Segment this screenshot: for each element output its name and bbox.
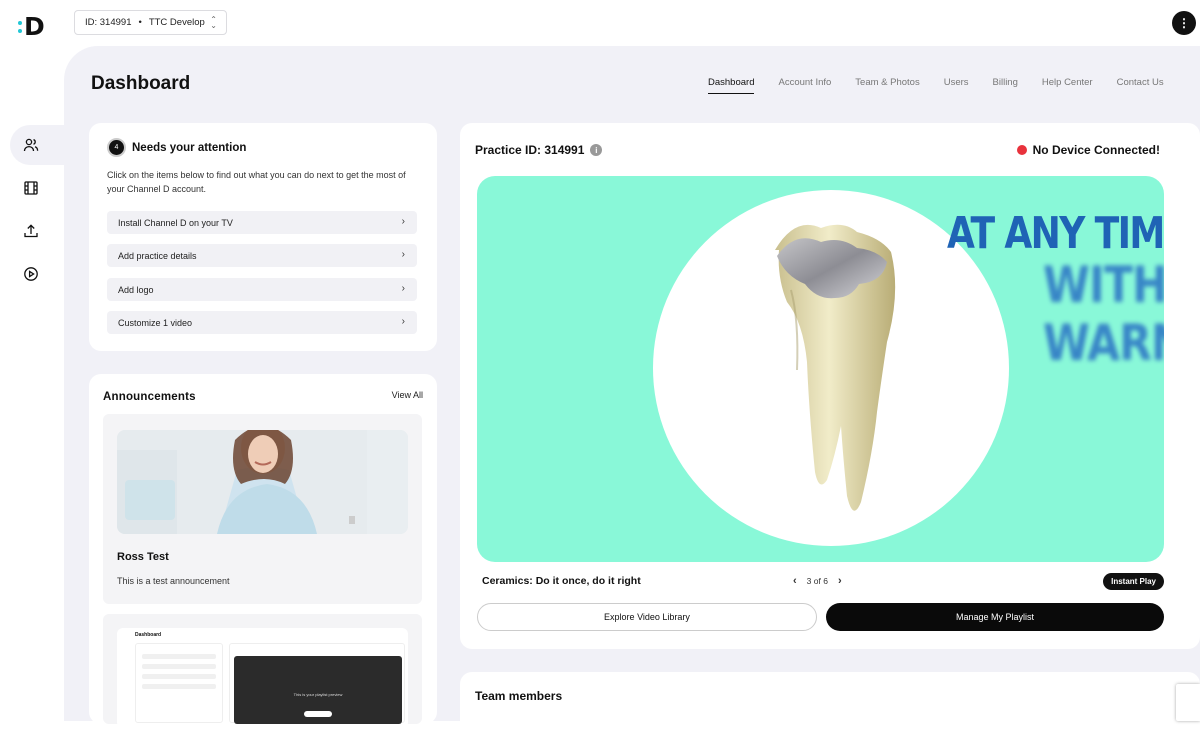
manage-playlist-button[interactable]: Manage My Playlist bbox=[826, 603, 1164, 631]
chevron-up-down-icon: ⌃ ⌄ bbox=[210, 15, 217, 30]
attention-card: 4 Needs your attention Click on the item… bbox=[89, 123, 437, 351]
logo-letter: D bbox=[24, 12, 45, 41]
sidebar-item-users[interactable] bbox=[10, 125, 64, 165]
preview-video: This is your playlist preview bbox=[234, 656, 402, 724]
announcements-card: Announcements View All Ross Test This is… bbox=[89, 374, 437, 724]
dentist-photo-illustration bbox=[117, 430, 408, 534]
tab-billing[interactable]: Billing bbox=[993, 77, 1018, 94]
announcement-image bbox=[117, 430, 408, 534]
sidebar-item-upload[interactable] bbox=[10, 211, 64, 251]
team-members-title: Team members bbox=[475, 689, 563, 703]
chevron-left-icon[interactable]: ‹ bbox=[793, 575, 797, 587]
preview-line bbox=[142, 664, 216, 669]
sidebar bbox=[0, 46, 64, 721]
task-install-tv[interactable]: Install Channel D on your TV › bbox=[107, 211, 417, 234]
preview-line bbox=[142, 684, 216, 689]
sidebar-item-videos[interactable] bbox=[10, 168, 64, 208]
chevron-right-icon: › bbox=[401, 316, 405, 327]
more-menu-button[interactable]: ⋮ bbox=[1172, 11, 1196, 35]
users-icon bbox=[23, 138, 39, 152]
page-title: Dashboard bbox=[91, 73, 191, 94]
top-bar: D ID: 314991 • TTC Develop ⌃ ⌄ ⋮ bbox=[0, 0, 1200, 46]
video-name: Ceramics: Do it once, do it right bbox=[482, 575, 641, 587]
task-customize-video[interactable]: Customize 1 video › bbox=[107, 311, 417, 334]
preview-video-text: This is your playlist preview bbox=[293, 692, 343, 697]
status-dot-icon bbox=[1016, 145, 1027, 155]
account-selector[interactable]: ID: 314991 • TTC Develop ⌃ ⌄ bbox=[74, 10, 227, 35]
preview-line bbox=[142, 674, 216, 679]
tab-users[interactable]: Users bbox=[944, 77, 969, 94]
account-name: TTC Develop bbox=[148, 17, 205, 28]
chevron-right-icon: › bbox=[401, 249, 405, 260]
tooth-illustration bbox=[775, 224, 896, 511]
video-headline-line3: WARN bbox=[1043, 314, 1164, 372]
chevron-right-icon[interactable]: › bbox=[838, 575, 842, 587]
logo-dot bbox=[18, 29, 22, 33]
account-id: ID: 314991 bbox=[85, 17, 132, 28]
video-pager: ‹ 3 of 6 › bbox=[793, 575, 842, 587]
explore-video-library-button[interactable]: Explore Video Library bbox=[477, 603, 817, 631]
preview-left-panel bbox=[135, 643, 223, 723]
attention-description: Click on the items below to find out wha… bbox=[107, 170, 406, 194]
team-members-card: Team members bbox=[460, 672, 1200, 742]
announcement-text: This is a test announcement bbox=[117, 576, 230, 586]
device-status: No Device Connected! bbox=[1016, 143, 1160, 157]
preview-line bbox=[142, 654, 216, 659]
video-headline: AT ANY TIME bbox=[947, 208, 1164, 259]
video-headline-line2: WITHO bbox=[1043, 256, 1164, 314]
pager-label: 3 of 6 bbox=[806, 576, 828, 586]
logo-dot bbox=[18, 21, 22, 25]
announcements-title: Announcements bbox=[103, 391, 196, 403]
sidebar-item-playlist[interactable] bbox=[10, 254, 64, 294]
announcement-item-preview[interactable]: Dashboard This is your playlist preview bbox=[103, 614, 422, 724]
dashboard-preview-thumbnail: Dashboard This is your playlist preview bbox=[117, 628, 408, 724]
tab-contact-us[interactable]: Contact Us bbox=[1117, 77, 1164, 94]
practice-id-label: Practice ID: 314991 bbox=[475, 143, 585, 157]
practice-card: Practice ID: 314991 i No Device Connecte… bbox=[460, 123, 1200, 649]
task-add-logo[interactable]: Add logo › bbox=[107, 278, 417, 301]
task-practice-details[interactable]: Add practice details › bbox=[107, 244, 417, 267]
video-player[interactable]: AT ANY TIME WITHO WARN bbox=[477, 176, 1164, 562]
recaptcha-badge[interactable] bbox=[1176, 684, 1200, 721]
attention-title: Needs your attention bbox=[132, 141, 247, 154]
preview-button bbox=[304, 711, 332, 717]
info-icon[interactable]: i bbox=[590, 144, 603, 156]
announcement-name: Ross Test bbox=[117, 551, 169, 563]
task-label: Add practice details bbox=[118, 250, 197, 261]
channel-d-logo[interactable]: D bbox=[18, 12, 46, 42]
device-status-text: No Device Connected! bbox=[1032, 143, 1160, 157]
chevron-right-icon: › bbox=[401, 283, 405, 294]
attention-header: 4 Needs your attention bbox=[107, 138, 246, 157]
tab-dashboard[interactable]: Dashboard bbox=[708, 77, 755, 94]
main-content: Dashboard Dashboard Account Info Team & … bbox=[64, 46, 1200, 742]
tab-account-info[interactable]: Account Info bbox=[778, 77, 831, 94]
upload-icon bbox=[24, 224, 38, 238]
tab-help-center[interactable]: Help Center bbox=[1042, 77, 1093, 94]
practice-id: Practice ID: 314991 i bbox=[475, 143, 603, 157]
task-label: Add logo bbox=[118, 284, 154, 295]
preview-title: Dashboard bbox=[135, 632, 162, 638]
view-all-link[interactable]: View All bbox=[392, 390, 423, 400]
attention-count-badge: 4 bbox=[107, 138, 126, 157]
chevron-right-icon: › bbox=[401, 216, 405, 227]
account-separator: • bbox=[138, 17, 142, 28]
task-label: Customize 1 video bbox=[118, 317, 193, 328]
announcement-item[interactable]: Ross Test This is a test announcement bbox=[103, 414, 422, 604]
nav-tabs: Dashboard Account Info Team & Photos Use… bbox=[708, 77, 1188, 94]
film-icon bbox=[24, 181, 38, 195]
preview-right-panel: This is your playlist preview bbox=[229, 643, 405, 724]
instant-play-button[interactable]: Instant Play bbox=[1103, 573, 1164, 590]
task-label: Install Channel D on your TV bbox=[118, 217, 233, 228]
tab-team-photos[interactable]: Team & Photos bbox=[855, 77, 919, 94]
play-circle-icon bbox=[24, 267, 38, 281]
